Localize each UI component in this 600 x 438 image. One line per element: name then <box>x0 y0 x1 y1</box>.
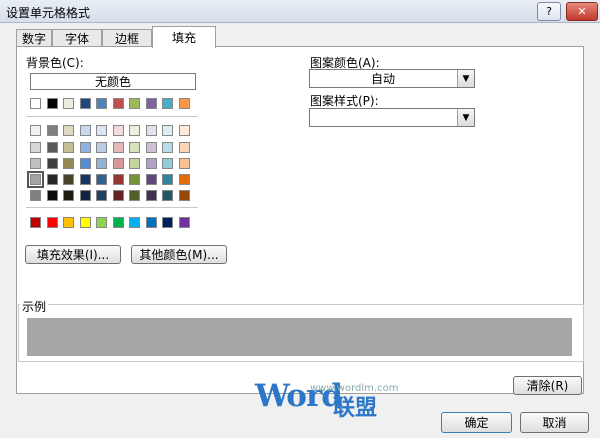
color-swatch[interactable] <box>112 125 124 136</box>
sample-label: 示例 <box>20 298 49 315</box>
color-swatch[interactable] <box>178 98 190 109</box>
color-swatch[interactable] <box>30 217 41 228</box>
color-swatch[interactable] <box>46 142 58 153</box>
color-swatch[interactable] <box>79 125 91 136</box>
cancel-button[interactable]: 取消 <box>520 412 589 433</box>
color-swatch[interactable] <box>162 125 173 136</box>
color-swatch[interactable] <box>30 190 41 201</box>
color-swatch[interactable] <box>46 190 58 201</box>
pattern-style-value <box>310 109 456 126</box>
color-swatch[interactable] <box>46 98 58 109</box>
color-swatch[interactable] <box>79 217 91 228</box>
color-swatch[interactable] <box>96 217 107 228</box>
color-swatch[interactable] <box>129 217 140 228</box>
clear-button[interactable]: 清除(R) <box>513 376 582 395</box>
pattern-color-select[interactable]: 自动 ▼ <box>309 69 475 88</box>
color-swatch[interactable] <box>129 190 140 201</box>
color-swatch[interactable] <box>178 125 190 136</box>
help-button[interactable]: ? <box>537 2 561 21</box>
fill-effects-button[interactable]: 填充效果(I)... <box>25 245 121 264</box>
color-swatch[interactable] <box>178 190 190 201</box>
color-swatch[interactable] <box>96 125 107 136</box>
color-swatch[interactable] <box>30 125 41 136</box>
palette-divider <box>26 207 198 208</box>
background-color-label: 背景色(C): <box>26 56 84 70</box>
color-swatch[interactable] <box>63 217 74 228</box>
color-swatch[interactable] <box>129 142 140 153</box>
color-swatch[interactable] <box>112 217 124 228</box>
watermark-cn: 联盟 <box>333 396 378 421</box>
color-swatch[interactable] <box>178 174 190 185</box>
more-colors-button[interactable]: 其他颜色(M)... <box>131 245 227 264</box>
pattern-style-label: 图案样式(P): <box>310 94 379 108</box>
color-swatch[interactable] <box>145 125 157 136</box>
color-swatch[interactable] <box>178 142 190 153</box>
color-swatch[interactable] <box>145 190 157 201</box>
color-swatch[interactable] <box>79 190 91 201</box>
color-swatch[interactable] <box>162 142 173 153</box>
color-swatch[interactable] <box>96 190 107 201</box>
close-button[interactable]: ✕ <box>566 2 598 21</box>
color-swatch[interactable] <box>46 217 58 228</box>
color-swatch[interactable] <box>63 174 74 185</box>
color-swatch[interactable] <box>79 142 91 153</box>
color-swatch[interactable] <box>46 158 58 169</box>
color-swatch[interactable] <box>162 217 173 228</box>
color-swatch[interactable] <box>162 174 173 185</box>
color-swatch[interactable] <box>27 171 44 188</box>
title-bar: 设置单元格格式 ? ✕ <box>0 0 600 23</box>
color-swatch[interactable] <box>129 174 140 185</box>
color-swatch[interactable] <box>145 142 157 153</box>
color-swatch[interactable] <box>63 125 74 136</box>
color-swatch[interactable] <box>96 142 107 153</box>
color-swatch[interactable] <box>162 98 173 109</box>
color-swatch[interactable] <box>145 217 157 228</box>
pattern-style-select[interactable]: ▼ <box>309 108 475 127</box>
ok-button[interactable]: 确定 <box>441 412 512 433</box>
color-swatch[interactable] <box>129 125 140 136</box>
chevron-down-icon[interactable]: ▼ <box>457 109 474 126</box>
color-swatch[interactable] <box>96 158 107 169</box>
pattern-color-value: 自动 <box>370 72 395 86</box>
color-swatch[interactable] <box>162 190 173 201</box>
color-swatch[interactable] <box>63 190 74 201</box>
color-swatch[interactable] <box>145 174 157 185</box>
tab-border[interactable]: 边框 <box>102 29 152 47</box>
color-swatch[interactable] <box>79 158 91 169</box>
color-swatch[interactable] <box>112 174 124 185</box>
color-swatch[interactable] <box>178 217 190 228</box>
color-swatch[interactable] <box>112 158 124 169</box>
color-swatch[interactable] <box>46 174 58 185</box>
color-swatch[interactable] <box>79 174 91 185</box>
color-swatch[interactable] <box>79 98 91 109</box>
color-swatch[interactable] <box>30 142 41 153</box>
color-swatch[interactable] <box>129 158 140 169</box>
window-title: 设置单元格格式 <box>6 6 91 20</box>
color-swatch[interactable] <box>63 158 74 169</box>
color-swatch[interactable] <box>112 190 124 201</box>
color-swatch[interactable] <box>96 98 107 109</box>
color-swatch[interactable] <box>30 158 41 169</box>
color-swatch[interactable] <box>63 98 74 109</box>
color-swatch[interactable] <box>96 174 107 185</box>
color-swatch[interactable] <box>46 125 58 136</box>
palette-divider <box>26 116 198 117</box>
color-swatch[interactable] <box>112 142 124 153</box>
color-swatch[interactable] <box>145 158 157 169</box>
color-swatch[interactable] <box>30 98 41 109</box>
no-color-button[interactable]: 无颜色 <box>30 73 196 90</box>
color-swatch[interactable] <box>162 158 173 169</box>
tab-font[interactable]: 字体 <box>52 29 102 47</box>
tab-number[interactable]: 数字 <box>16 29 52 47</box>
color-swatch[interactable] <box>63 142 74 153</box>
chevron-down-icon[interactable]: ▼ <box>457 70 474 87</box>
tab-fill[interactable]: 填充 <box>152 26 216 48</box>
color-swatch[interactable] <box>145 98 157 109</box>
sample-preview <box>27 318 572 356</box>
color-swatch[interactable] <box>129 98 140 109</box>
color-swatch[interactable] <box>178 158 190 169</box>
color-swatch[interactable] <box>112 98 124 109</box>
